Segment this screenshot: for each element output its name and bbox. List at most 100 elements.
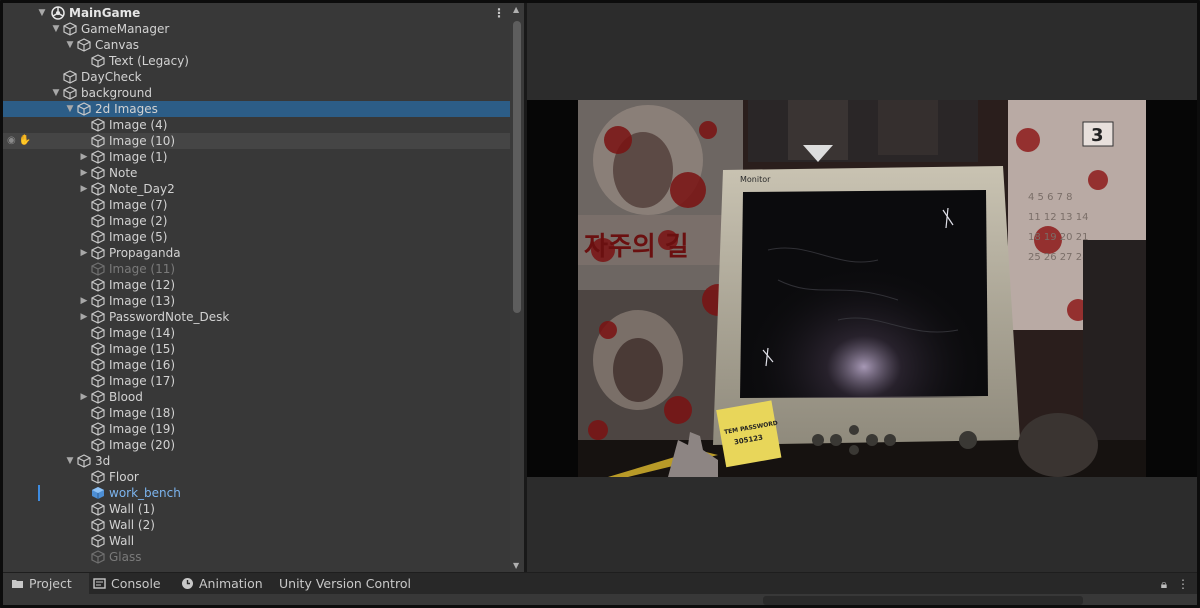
hierarchy-item[interactable]: Wall (2) <box>3 517 513 533</box>
hierarchy-item[interactable]: Glass <box>3 549 513 565</box>
hierarchy-item-label: Blood <box>109 390 143 404</box>
gameobject-cube-icon <box>91 54 105 68</box>
hierarchy-item[interactable]: Image (19) <box>3 421 513 437</box>
game-scene: 자주의 길 3 4 5 6 7 8 11 12 13 14 18 19 20 2… <box>578 100 1146 477</box>
game-view-panel[interactable]: 자주의 길 3 4 5 6 7 8 11 12 13 14 18 19 20 2… <box>527 3 1197 572</box>
gameobject-cube-icon <box>91 262 105 276</box>
hierarchy-item[interactable]: Floor <box>3 469 513 485</box>
hierarchy-item[interactable]: ◉ ✋ Image (10) <box>3 133 513 149</box>
gameobject-cube-icon <box>91 374 105 388</box>
hierarchy-item[interactable]: ▶ Propaganda <box>3 245 513 261</box>
hierarchy-item[interactable]: work_bench <box>3 485 513 501</box>
hierarchy-item[interactable]: Image (16) <box>3 357 513 373</box>
hierarchy-item[interactable]: ▼ 2d Images <box>3 101 513 117</box>
hierarchy-item[interactable]: Image (15) <box>3 341 513 357</box>
gameobject-cube-icon <box>91 438 105 452</box>
gameobject-cube-icon <box>91 406 105 420</box>
hierarchy-item[interactable]: Wall (1) <box>3 501 513 517</box>
game-render-area[interactable]: 자주의 길 3 4 5 6 7 8 11 12 13 14 18 19 20 2… <box>527 100 1197 477</box>
hierarchy-item-label: Image (4) <box>109 118 168 132</box>
hierarchy-item[interactable]: Image (17) <box>3 373 513 389</box>
svg-text:18 19 20 21: 18 19 20 21 <box>1028 232 1088 243</box>
gameobject-cube-icon <box>91 518 105 532</box>
visibility-eye-icon[interactable]: ◉ ✋ <box>7 133 31 149</box>
scrollbar-thumb[interactable] <box>513 21 521 313</box>
expand-arrow-icon[interactable]: ▶ <box>79 309 89 325</box>
tab-project-label: Project <box>29 576 72 591</box>
scroll-down-arrow-icon[interactable]: ▼ <box>513 561 519 570</box>
gameobject-cube-icon <box>91 214 105 228</box>
hierarchy-item[interactable]: Text (Legacy) <box>3 53 513 69</box>
hierarchy-item[interactable]: ▼ 3d <box>3 453 513 469</box>
hierarchy-item-label: DayCheck <box>81 70 142 84</box>
hierarchy-item[interactable]: Image (5) <box>3 229 513 245</box>
hierarchy-item[interactable]: Image (12) <box>3 277 513 293</box>
hierarchy-item-label: Image (1) <box>109 150 168 164</box>
gameobject-cube-icon <box>77 38 91 52</box>
hierarchy-item-label: Propaganda <box>109 246 181 260</box>
tab-project[interactable]: Project <box>3 573 89 595</box>
hierarchy-item[interactable]: ▶ Blood <box>3 389 513 405</box>
folder-icon <box>12 580 23 588</box>
gameobject-cube-icon <box>91 246 105 260</box>
hierarchy-item[interactable]: ▶ Image (13) <box>3 293 513 309</box>
hierarchy-item[interactable]: ▶ Note <box>3 165 513 181</box>
hierarchy-item[interactable]: Image (20) <box>3 437 513 453</box>
hierarchy-item[interactable]: ▶ PasswordNote_Desk <box>3 309 513 325</box>
hierarchy-item[interactable]: ▼ Canvas <box>3 37 513 53</box>
expand-arrow-icon[interactable]: ▶ <box>79 245 89 261</box>
gameobject-cube-icon <box>91 502 105 516</box>
svg-text:25 26 27 28: 25 26 27 28 <box>1028 252 1088 263</box>
gameobject-cube-icon <box>63 86 77 100</box>
collapse-arrow-icon[interactable]: ▼ <box>65 37 75 53</box>
gameobject-cube-icon <box>91 422 105 436</box>
expand-arrow-icon[interactable]: ▶ <box>79 389 89 405</box>
lock-icon[interactable]: 🔒︎ <box>1161 577 1167 591</box>
scroll-up-arrow-icon[interactable]: ▲ <box>513 5 519 14</box>
project-search-field[interactable] <box>763 596 1083 605</box>
hierarchy-item[interactable]: Wall <box>3 533 513 549</box>
tab-unity-version-control[interactable]: Unity Version Control <box>279 573 419 595</box>
prefab-override-marker <box>38 485 40 501</box>
hierarchy-item[interactable]: ▼ GameManager <box>3 21 513 37</box>
hierarchy-item[interactable]: Image (14) <box>3 325 513 341</box>
collapse-arrow-icon[interactable]: ▼ <box>51 85 61 101</box>
expand-arrow-icon[interactable]: ▶ <box>79 165 89 181</box>
svg-text:4 5 6 7 8: 4 5 6 7 8 <box>1028 192 1073 203</box>
hierarchy-panel: ▼ MainGame ⋮ ▼ GameManager ▼ Canvas Text (Le… <box>3 3 524 572</box>
hierarchy-item[interactable]: Image (11) <box>3 261 513 277</box>
horror-office-scene-image: 자주의 길 3 4 5 6 7 8 11 12 13 14 18 19 20 2… <box>578 100 1146 477</box>
expand-arrow-icon[interactable]: ▼ <box>37 5 47 21</box>
hierarchy-item[interactable]: Image (2) <box>3 213 513 229</box>
hierarchy-item[interactable]: ▶ Image (1) <box>3 149 513 165</box>
more-options-icon[interactable]: ⋮ <box>493 5 505 21</box>
tab-console[interactable]: Console <box>93 573 177 595</box>
hierarchy-item[interactable]: Image (4) <box>3 117 513 133</box>
tab-animation[interactable]: Animation <box>181 573 273 595</box>
collapse-arrow-icon[interactable]: ▼ <box>65 101 75 117</box>
hierarchy-item-label: Image (14) <box>109 326 176 340</box>
collapse-arrow-icon[interactable]: ▼ <box>51 21 61 37</box>
scene-root-row[interactable]: ▼ MainGame ⋮ <box>3 5 513 21</box>
gameobject-cube-icon <box>91 534 105 548</box>
animation-clock-icon <box>182 578 193 589</box>
tab-animation-label: Animation <box>199 576 263 591</box>
hierarchy-item[interactable]: ▼ background <box>3 85 513 101</box>
expand-arrow-icon[interactable]: ▶ <box>79 181 89 197</box>
more-options-icon[interactable]: ⋮ <box>1177 577 1189 591</box>
expand-arrow-icon[interactable]: ▶ <box>79 149 89 165</box>
collapse-arrow-icon[interactable]: ▼ <box>65 453 75 469</box>
hierarchy-scrollbar[interactable]: ▲ ▼ <box>510 3 524 572</box>
expand-arrow-icon[interactable]: ▶ <box>79 293 89 309</box>
hierarchy-item[interactable]: DayCheck <box>3 69 513 85</box>
hierarchy-item-label: Note <box>109 166 138 180</box>
hierarchy-item[interactable]: Image (7) <box>3 197 513 213</box>
hierarchy-item-label: Image (19) <box>109 422 176 436</box>
gameobject-cube-icon <box>92 487 104 499</box>
hierarchy-item[interactable]: Image (18) <box>3 405 513 421</box>
hierarchy-item[interactable]: ▶ Note_Day2 <box>3 181 513 197</box>
hierarchy-item-label: Floor <box>109 470 139 484</box>
gameobject-cube-icon <box>91 182 105 196</box>
gameobject-cube-icon <box>91 470 105 484</box>
bottom-tab-bar: Project Console Animation Unity Version … <box>3 572 1197 595</box>
